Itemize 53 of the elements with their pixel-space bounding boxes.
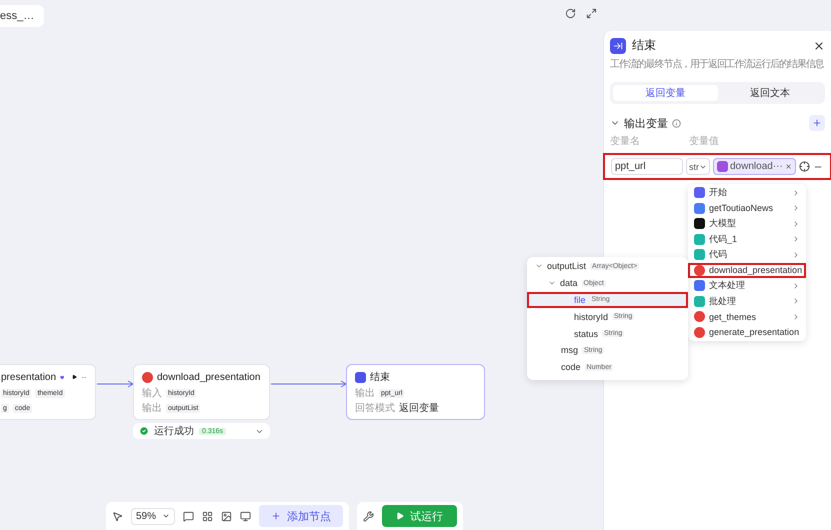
menu-item[interactable]: 代码_1 xyxy=(688,232,806,247)
panel-title: 结束 xyxy=(632,37,657,54)
menu-item[interactable]: getToutiaoNews xyxy=(688,200,806,216)
menu-item[interactable]: get_themes xyxy=(688,309,806,324)
info-icon xyxy=(672,118,681,128)
zoom-select[interactable]: 59% xyxy=(131,508,175,524)
screen-icon[interactable] xyxy=(240,510,251,522)
status-text: 运行成功 xyxy=(154,424,194,438)
plus-icon xyxy=(812,118,822,128)
add-variable-button[interactable] xyxy=(809,115,825,131)
success-icon xyxy=(139,426,149,436)
type-select[interactable]: str xyxy=(686,158,710,175)
node-title: 结束 xyxy=(370,370,390,384)
close-icon[interactable] xyxy=(813,40,825,52)
row-value: 返回变量 xyxy=(399,402,439,414)
row-label: 输出 xyxy=(142,402,162,414)
row-label: 回答模式 xyxy=(355,402,395,414)
menu-item[interactable]: 文本处理 xyxy=(688,278,806,294)
reference-chip[interactable]: download··· xyxy=(713,158,796,175)
target-icon[interactable] xyxy=(798,161,810,172)
menu-item[interactable]: 大模型 xyxy=(688,216,806,232)
add-node-button[interactable]: 添加节点 xyxy=(259,505,343,527)
row-label: 输出 xyxy=(355,388,375,400)
remove-icon[interactable] xyxy=(784,163,792,170)
run-icon[interactable] xyxy=(72,373,78,381)
column-header: 变量名 xyxy=(610,136,641,148)
grid-icon[interactable] xyxy=(202,510,213,522)
menu-item[interactable]: 开始 xyxy=(688,185,806,200)
mouse-icon[interactable] xyxy=(112,510,123,522)
comment-icon[interactable] xyxy=(183,510,194,522)
menu-item[interactable]: download_presentation xyxy=(688,262,806,278)
section-title: 输出变量 xyxy=(624,116,668,130)
document-tab[interactable]: ess_… xyxy=(0,5,44,27)
plus-icon xyxy=(271,511,281,521)
name-field[interactable]: ppt_url xyxy=(611,158,683,175)
heart-icon xyxy=(60,374,64,380)
wrench-icon[interactable] xyxy=(363,510,374,522)
node-title: download_presentation xyxy=(157,372,260,382)
chevron-icon xyxy=(162,512,170,520)
row-label: 输入 xyxy=(142,388,162,400)
expand-icon[interactable] xyxy=(586,8,597,19)
mode-tab[interactable]: 返回变量 xyxy=(613,85,718,101)
refresh-icon[interactable] xyxy=(565,8,576,19)
menu-item[interactable]: 批处理 xyxy=(688,294,806,309)
menu-item[interactable]: 代码 xyxy=(688,247,806,262)
play-icon xyxy=(396,512,404,520)
panel-description: 工作流的最终节点，用于返回工作流运行后的结果信息 xyxy=(610,59,825,71)
menu-item[interactable]: generate_presentation xyxy=(688,324,806,340)
node-title: presentation xyxy=(1,372,56,382)
connector-arrow xyxy=(96,380,134,388)
column-header: 变量值 xyxy=(689,136,720,148)
image-icon[interactable] xyxy=(221,510,232,522)
mode-tab[interactable]: 返回文本 xyxy=(718,85,822,101)
